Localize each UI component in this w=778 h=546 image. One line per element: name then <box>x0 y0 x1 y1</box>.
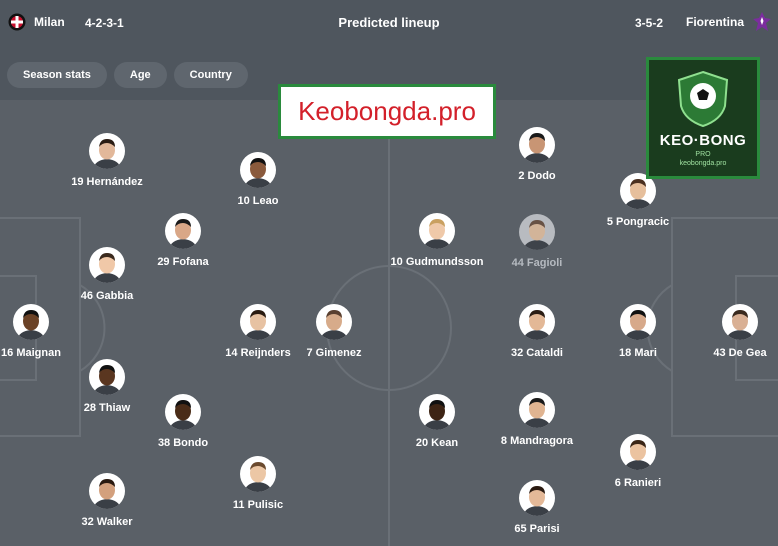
away-player[interactable]: 32 Cataldi <box>482 304 592 359</box>
player-name: 43 De Gea <box>713 347 767 359</box>
player-name: 7 Gimenez <box>306 347 362 359</box>
player-name: 44 Fagioli <box>511 257 563 269</box>
home-player[interactable]: 19 Hernández <box>52 133 162 188</box>
player-name: 6 Ranieri <box>614 477 662 489</box>
player-name: 18 Mari <box>619 347 657 359</box>
home-player[interactable]: 38 Bondo <box>128 394 238 449</box>
player-photo-icon <box>419 394 455 430</box>
player-photo-icon <box>89 133 125 169</box>
player-photo-icon <box>722 304 758 340</box>
player-name: 29 Fofana <box>157 256 209 268</box>
player-name: 38 Bondo <box>157 437 209 449</box>
player-name: 2 Dodo <box>518 170 556 182</box>
player-photo-icon <box>316 304 352 340</box>
player-name: 16 Maignan <box>1 347 61 359</box>
home-player[interactable]: 11 Pulisic <box>203 456 313 511</box>
away-team[interactable]: Fiorentina <box>685 11 771 33</box>
player-photo-icon <box>89 247 125 283</box>
player-name: 32 Cataldi <box>511 347 563 359</box>
home-player[interactable]: 46 Gabbia <box>52 247 162 302</box>
player-name: 46 Gabbia <box>80 290 134 302</box>
player-photo-icon <box>240 304 276 340</box>
player-photo-icon <box>89 359 125 395</box>
away-player[interactable]: 65 Parisi <box>482 480 592 535</box>
logo-url: keobongda.pro <box>679 159 727 167</box>
logo-wordmark: KEO·BONG <box>659 131 747 149</box>
player-name: 11 Pulisic <box>232 499 284 511</box>
lineup-header: Milan 4-2-3-1 Predicted lineup 3-5-2 Fio… <box>0 0 778 46</box>
away-formation: 3-5-2 <box>634 16 663 30</box>
player-name: 20 Kean <box>415 437 459 449</box>
away-player[interactable]: 43 De Gea <box>685 304 778 359</box>
player-name: 19 Hernández <box>71 176 143 188</box>
away-player[interactable]: 5 Pongracic <box>583 173 693 228</box>
player-photo-icon <box>165 213 201 249</box>
home-player[interactable]: 32 Walker <box>52 473 162 528</box>
player-name: 10 Leao <box>237 195 279 207</box>
away-player[interactable]: 44 Fagioli <box>482 214 592 269</box>
player-photo-icon <box>89 473 125 509</box>
away-player[interactable]: 18 Mari <box>583 304 693 359</box>
away-player[interactable]: 8 Mandragora <box>482 392 592 447</box>
player-name: 28 Thiaw <box>83 402 131 414</box>
player-photo-icon <box>13 304 49 340</box>
player-photo-icon <box>165 394 201 430</box>
player-photo-icon <box>519 480 555 516</box>
player-name: 65 Parisi <box>514 523 560 535</box>
player-photo-icon <box>419 213 455 249</box>
away-team-name: Fiorentina <box>685 15 744 29</box>
player-name: 32 Walker <box>81 516 133 528</box>
player-photo-icon <box>519 127 555 163</box>
watermark-banner: Keobongda.pro <box>278 84 496 139</box>
player-name: 5 Pongracic <box>606 216 670 228</box>
player-photo-icon <box>240 152 276 188</box>
keobong-logo: KEO·BONG PRO keobongda.pro <box>646 57 760 179</box>
player-photo-icon <box>620 434 656 470</box>
season-stats-chip[interactable]: Season stats <box>7 62 107 88</box>
player-photo-icon <box>519 392 555 428</box>
age-chip[interactable]: Age <box>113 62 167 88</box>
home-player[interactable]: 7 Gimenez <box>279 304 389 359</box>
player-name: 8 Mandragora <box>500 435 574 447</box>
fiorentina-crest-icon <box>752 11 771 33</box>
away-player[interactable]: 2 Dodo <box>482 127 592 182</box>
filter-chips: Season stats Age Country <box>7 62 248 88</box>
away-player[interactable]: 10 Gudmundsson <box>382 213 492 268</box>
player-name: 10 Gudmundsson <box>390 256 484 268</box>
player-photo-icon <box>519 304 555 340</box>
home-player[interactable]: 16 Maignan <box>0 304 86 359</box>
away-player[interactable]: 6 Ranieri <box>583 434 693 489</box>
player-photo-icon <box>519 214 555 250</box>
logo-pro-label: PRO <box>695 150 711 158</box>
country-chip[interactable]: Country <box>173 62 248 88</box>
player-photo-icon <box>620 304 656 340</box>
away-player[interactable]: 20 Kean <box>382 394 492 449</box>
player-photo-icon <box>240 456 276 492</box>
shield-ball-icon <box>677 70 729 127</box>
home-player[interactable]: 10 Leao <box>203 152 313 207</box>
